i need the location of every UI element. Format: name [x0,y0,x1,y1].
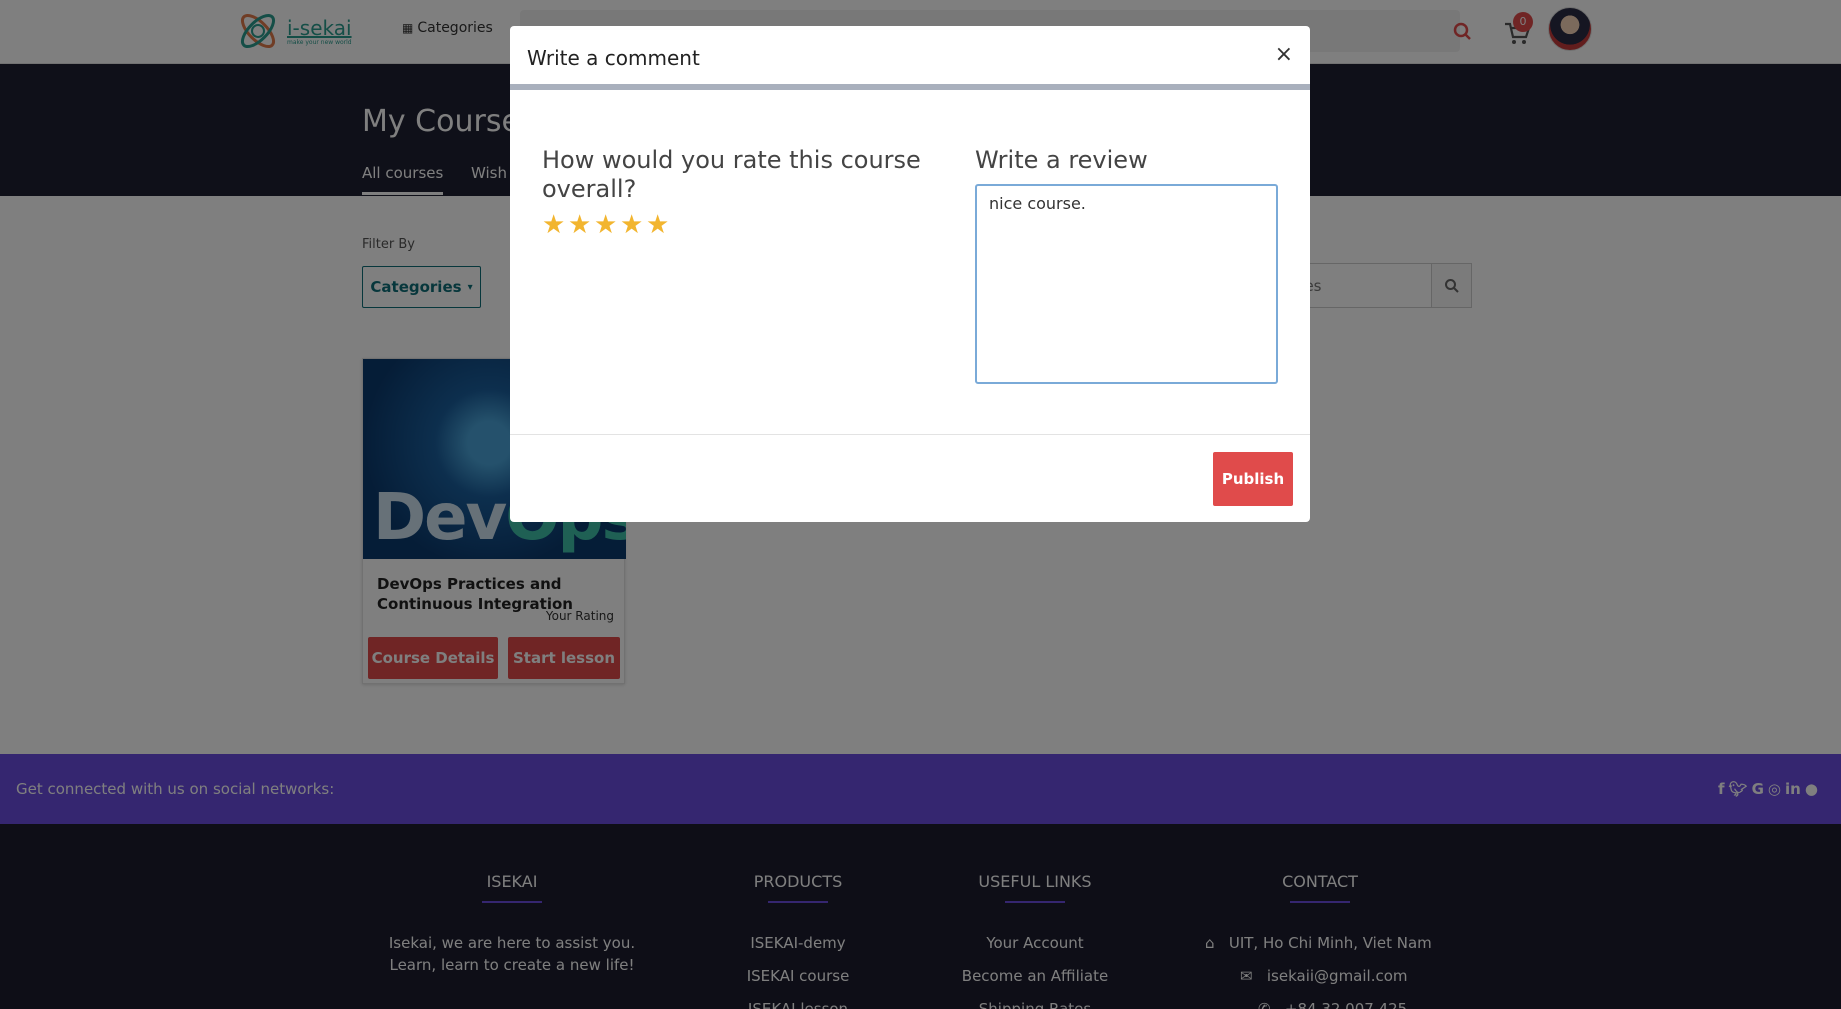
modal-divider [510,434,1310,435]
close-icon[interactable]: × [1275,42,1293,67]
star-icon[interactable]: ★ [542,212,565,238]
star-icon[interactable]: ★ [568,212,591,238]
review-textarea[interactable]: nice course. [975,184,1278,384]
modal-header: Write a comment × [510,26,1310,90]
review-heading: Write a review [975,146,1148,174]
rating-question: How would you rate this course overall? [542,146,921,203]
star-icon[interactable]: ★ [594,212,617,238]
modal-title: Write a comment [527,46,700,70]
comment-modal: Write a comment × How would you rate thi… [510,26,1310,522]
star-icon[interactable]: ★ [620,212,643,238]
publish-button[interactable]: Publish [1213,452,1293,506]
star-rating[interactable]: ★ ★ ★ ★ ★ [542,212,669,238]
star-icon[interactable]: ★ [646,212,669,238]
